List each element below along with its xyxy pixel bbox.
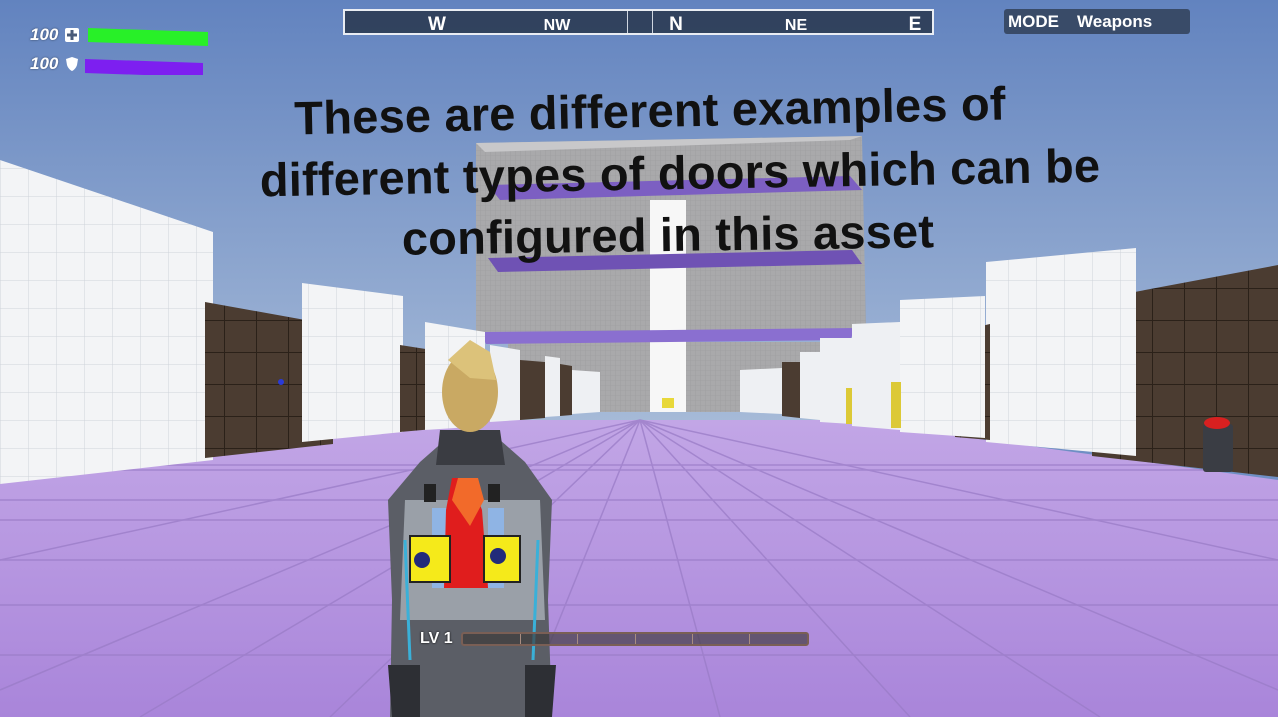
level-indicator: LV 1: [420, 630, 809, 648]
health-value: 100: [30, 25, 59, 44]
compass-mark-nw: NW: [543, 17, 571, 34]
compass-mark-w: W: [428, 14, 446, 35]
health-indicator: 100: [30, 24, 208, 46]
xp-segment-divider: [577, 634, 579, 644]
compass-bar: W NW N NE E: [343, 9, 934, 35]
xp-bar: [460, 632, 809, 646]
xp-segment-divider: [691, 634, 693, 644]
mode-label: MODE: [1008, 11, 1059, 31]
xp-segment-divider: [519, 634, 521, 644]
compass-tick: [627, 11, 628, 33]
compass-tick: [652, 11, 653, 33]
shield-bar: [85, 59, 203, 75]
level-label: LV 1: [420, 630, 453, 647]
medkit-icon: [64, 27, 80, 43]
xp-segment-divider: [634, 634, 636, 644]
health-bar: [88, 28, 208, 46]
shield-indicator: 100: [30, 53, 205, 75]
mode-indicator[interactable]: MODE Weapons: [1004, 9, 1190, 34]
xp-segment-divider: [749, 634, 751, 644]
compass-mark-e: E: [908, 14, 922, 35]
tutorial-headline: These are different examples of differen…: [150, 77, 1210, 266]
compass-mark-n: N: [669, 14, 683, 35]
shield-icon: [64, 56, 80, 72]
compass-mark-ne: NE: [784, 17, 808, 34]
shield-value: 100: [30, 54, 59, 73]
mode-value: Weapons: [1077, 11, 1153, 31]
